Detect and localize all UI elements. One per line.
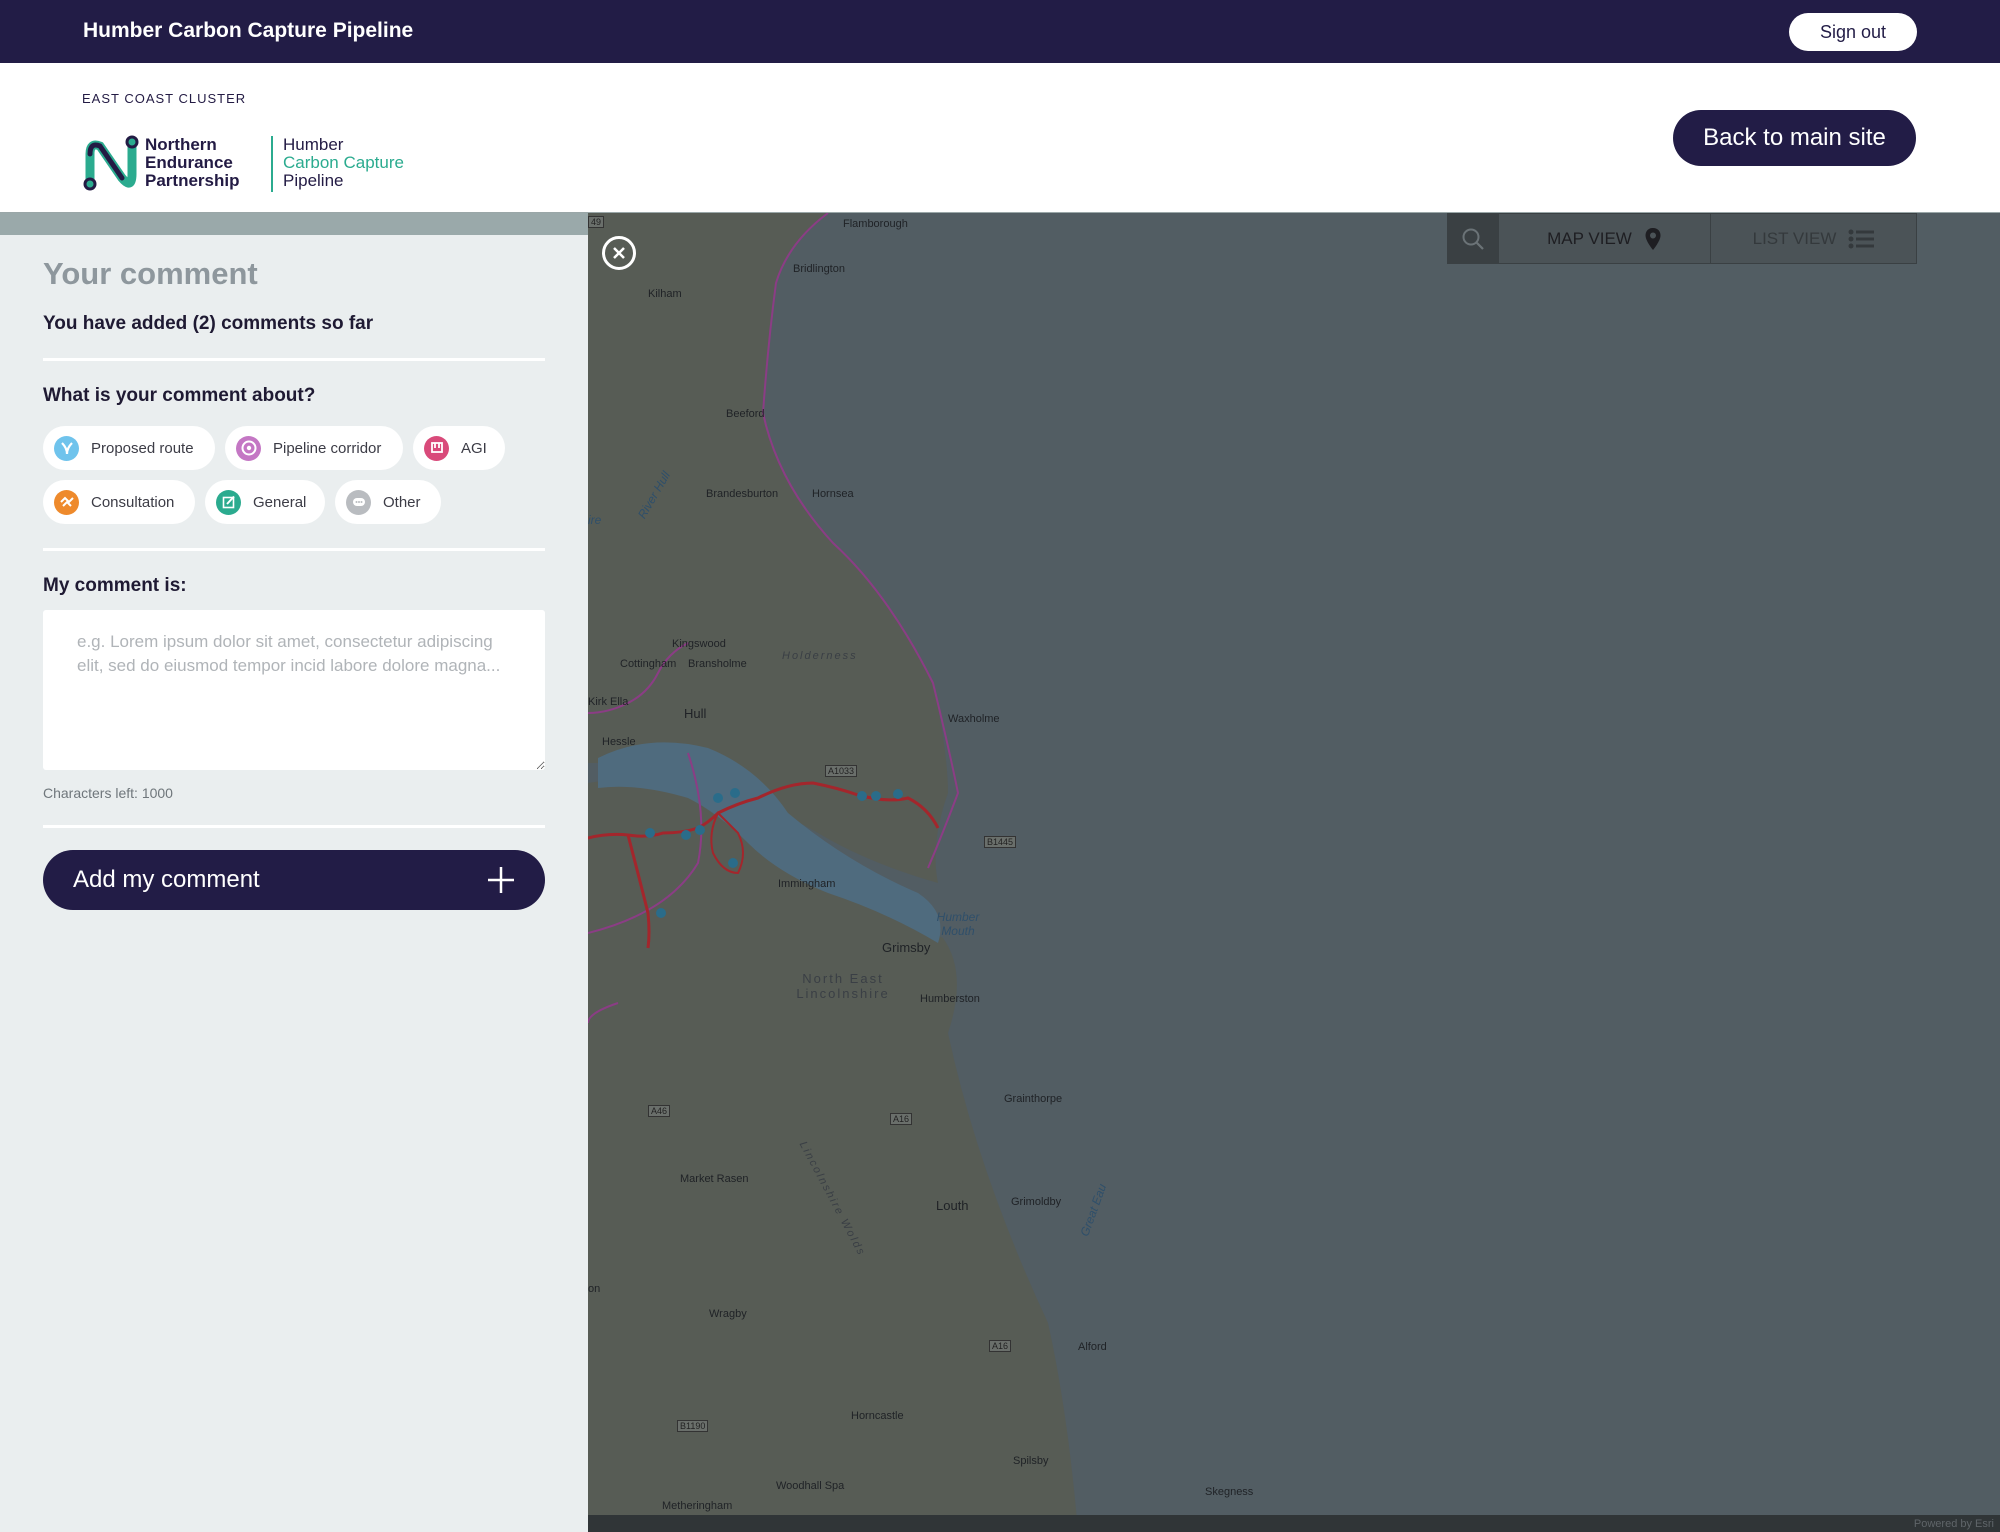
place-label: on <box>588 1283 601 1295</box>
category-label: Consultation <box>91 493 175 511</box>
place-label: Grainthorpe <box>1004 1093 1063 1105</box>
road-label: 49 <box>588 216 605 228</box>
place-label: ire <box>588 513 602 527</box>
divider <box>43 548 545 551</box>
route-icon <box>54 435 79 461</box>
list-icon <box>1848 229 1875 248</box>
place-label: Grimoldby <box>1011 1196 1062 1208</box>
place-label: Flamborough <box>843 218 908 230</box>
characters-left: Characters left: 1000 <box>43 785 173 801</box>
map-search-button[interactable] <box>1448 214 1498 263</box>
east-coast-cluster-logo[interactable]: EAST COAST CLUSTER <box>82 91 246 106</box>
place-label: Brandesburton <box>706 488 779 500</box>
place-label: Humberston <box>920 993 980 1005</box>
place-label: Metheringham <box>662 1500 733 1512</box>
map-view-tab[interactable]: MAP VIEW <box>1498 214 1710 263</box>
comment-count: You have added (2) comments so far <box>43 313 374 334</box>
back-to-main-site-button[interactable]: Back to main site <box>1673 110 1916 166</box>
agi-icon <box>424 435 449 461</box>
place-label: Cottingham <box>620 658 677 670</box>
divider <box>43 358 545 361</box>
place-label: Kilham <box>648 288 682 300</box>
place-label: Woodhall Spa <box>776 1480 845 1492</box>
place-label: Kingswood <box>672 638 726 650</box>
consultation-icon <box>54 489 79 515</box>
category-general[interactable]: General <box>205 480 325 524</box>
map-view-toolbar: MAP VIEW LIST VIEW <box>1447 213 1917 264</box>
place-label: Waxholme <box>948 713 1000 725</box>
category-label: General <box>253 493 307 511</box>
place-label: North East Lincolnshire <box>796 971 890 1001</box>
category-label: Pipeline corridor <box>273 439 382 457</box>
place-label: Louth <box>936 1198 969 1213</box>
nep-logo-text: Northern Endurance Partnership <box>145 135 240 190</box>
category-consultation[interactable]: Consultation <box>43 480 195 524</box>
road-label: A16 <box>989 1340 1012 1352</box>
logo-divider <box>271 136 273 192</box>
add-comment-label: Add my comment <box>73 866 260 893</box>
category-agi[interactable]: AGI <box>413 426 505 470</box>
place-label: Immingham <box>778 878 836 890</box>
place-label: Humber Mouth <box>936 910 980 938</box>
hccp-logo-text: Humber Carbon Capture Pipeline <box>283 135 404 190</box>
place-label: Alford <box>1078 1341 1107 1353</box>
place-label: Grimsby <box>882 940 931 955</box>
other-icon <box>346 489 371 515</box>
place-label: Skegness <box>1205 1486 1254 1498</box>
my-comment-label: My comment is: <box>43 575 187 596</box>
place-label: Wragby <box>709 1308 747 1320</box>
panel-top-strip <box>0 213 588 235</box>
close-panel-button[interactable] <box>602 236 636 270</box>
general-icon <box>216 489 241 515</box>
map-canvas[interactable]: Flamborough Bridlington Kilham Beeford B… <box>588 213 2000 1532</box>
list-view-tab[interactable]: LIST VIEW <box>1710 214 1916 263</box>
place-label: Hessle <box>602 736 636 748</box>
nep-logo-icon[interactable] <box>82 134 140 192</box>
corridor-icon <box>236 435 261 461</box>
plus-icon <box>488 867 514 893</box>
category-pipeline-corridor[interactable]: Pipeline corridor <box>225 426 403 470</box>
category-label: Proposed route <box>91 439 194 457</box>
sign-out-button[interactable]: Sign out <box>1789 13 1917 51</box>
app-title: Humber Carbon Capture Pipeline <box>83 19 414 42</box>
place-label: Market Rasen <box>680 1173 749 1185</box>
search-icon <box>1462 228 1484 250</box>
category-label: AGI <box>461 439 487 457</box>
category-label: Other <box>383 493 421 511</box>
close-icon <box>613 247 625 259</box>
category-other[interactable]: Other <box>335 480 441 524</box>
place-label: Spilsby <box>1013 1455 1049 1467</box>
place-label: Beeford <box>726 408 765 420</box>
road-label: A1033 <box>825 765 858 777</box>
place-label: Hull <box>684 706 707 721</box>
panel-heading: Your comment <box>43 256 258 291</box>
category-proposed-route[interactable]: Proposed route <box>43 426 215 470</box>
divider <box>43 825 545 828</box>
add-comment-button[interactable]: Add my comment <box>43 850 545 910</box>
place-label: Bridlington <box>793 263 845 275</box>
road-label: B1445 <box>984 836 1017 848</box>
top-bar: Humber Carbon Capture Pipeline Sign out <box>0 0 2000 63</box>
road-label: B1190 <box>677 1420 709 1432</box>
map-attribution-bar <box>588 1515 2000 1532</box>
place-label: Kirk Ella <box>588 696 629 708</box>
place-label: Holderness <box>782 650 858 662</box>
place-label: Hornsea <box>812 488 854 500</box>
map-basemap <box>588 213 1078 1532</box>
place-label: Bransholme <box>688 658 747 670</box>
place-label: Horncastle <box>851 1410 904 1422</box>
comment-about-label: What is your comment about? <box>43 385 316 406</box>
map-pin-icon <box>1645 227 1661 250</box>
road-label: A46 <box>648 1105 671 1117</box>
comment-textarea[interactable] <box>43 610 545 770</box>
esri-attribution: Powered by Esri <box>1913 1518 1994 1530</box>
road-label: A16 <box>890 1113 913 1125</box>
